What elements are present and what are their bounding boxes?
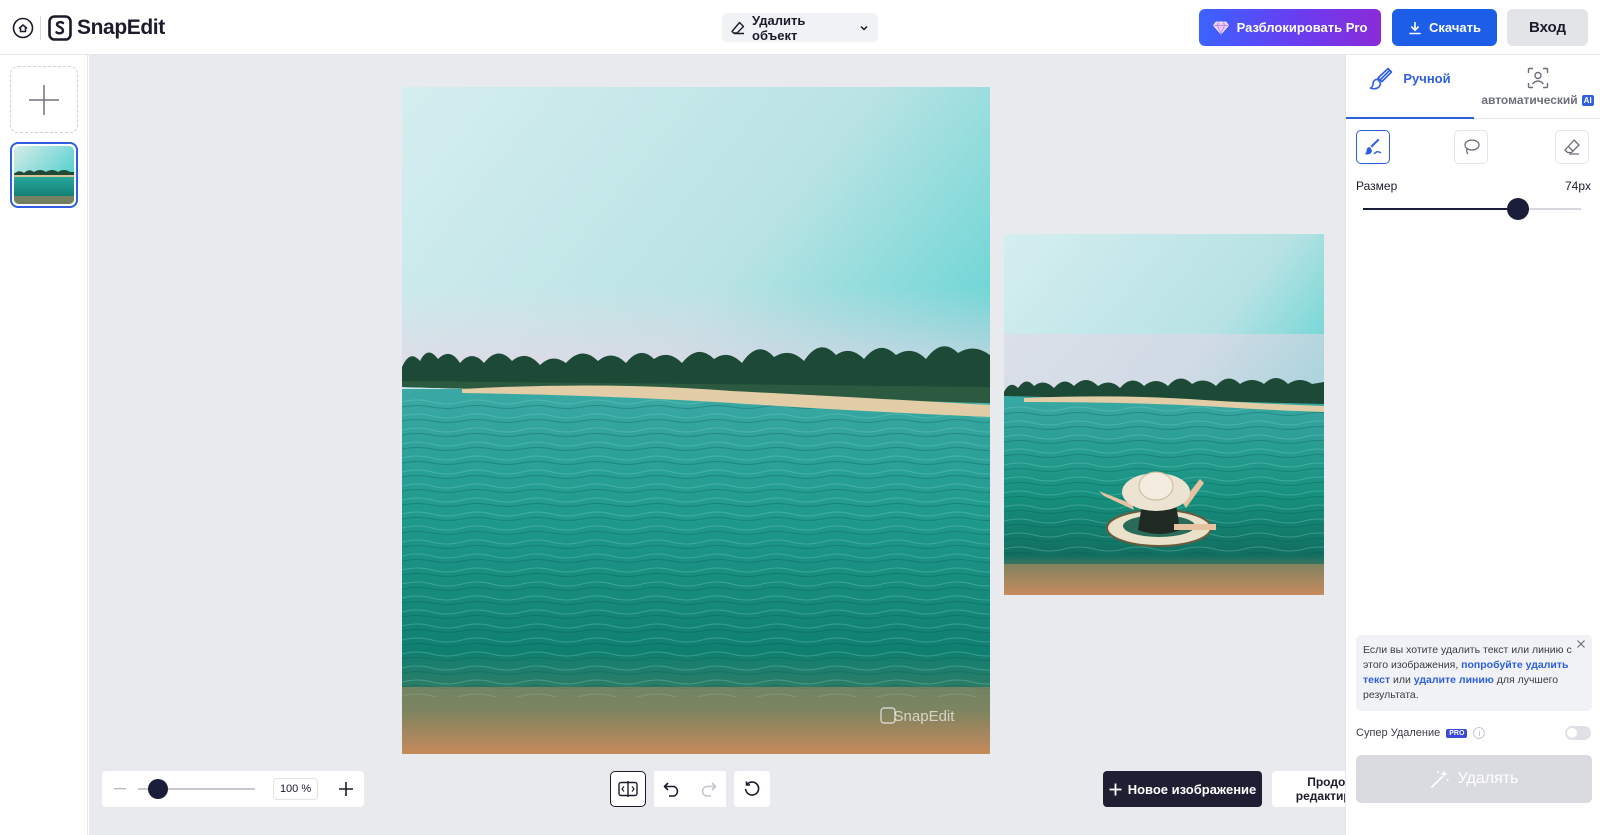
plus-icon bbox=[1109, 783, 1122, 795]
remove-line-link[interactable]: удалите линию bbox=[1414, 674, 1494, 686]
history-controls bbox=[610, 771, 792, 807]
reset-button[interactable] bbox=[734, 771, 770, 807]
brush-size-fill bbox=[1363, 208, 1518, 210]
ai-scan-icon bbox=[1527, 67, 1548, 89]
zoom-panel: 100 % bbox=[102, 771, 364, 807]
download-button[interactable]: Скачать bbox=[1392, 9, 1497, 46]
reset-icon bbox=[744, 781, 760, 796]
eraser-icon bbox=[731, 21, 745, 34]
chevron-down-icon bbox=[860, 25, 868, 31]
plus-icon bbox=[29, 84, 59, 115]
super-remove-row: Супер Удаление PRO i bbox=[1356, 725, 1591, 741]
super-remove-label: Супер Удаление bbox=[1356, 727, 1441, 739]
new-image-label: Новое изображение bbox=[1127, 781, 1257, 797]
compare-icon bbox=[618, 781, 638, 797]
pro-badge: PRO bbox=[1446, 728, 1468, 738]
redo-icon bbox=[701, 782, 717, 797]
magic-wand-icon bbox=[1430, 770, 1449, 788]
new-image-button[interactable]: Новое изображение bbox=[1103, 771, 1262, 807]
lasso-mode-button[interactable] bbox=[1454, 130, 1488, 164]
original-image bbox=[1004, 234, 1324, 595]
compare-button[interactable] bbox=[610, 771, 646, 807]
editor-canvas[interactable]: SnapEdit 100 % Новое изображение bbox=[89, 55, 1421, 835]
tab-manual-label: Ручной bbox=[1403, 71, 1451, 86]
add-image-button[interactable] bbox=[10, 66, 78, 133]
zoom-value-field[interactable]: 100 % bbox=[272, 778, 319, 800]
download-icon bbox=[1409, 21, 1421, 34]
undo-redo-group bbox=[654, 771, 726, 807]
app-name: SnapEdit bbox=[77, 16, 165, 39]
home-icon[interactable] bbox=[12, 17, 34, 39]
zoom-out-button[interactable] bbox=[110, 778, 130, 800]
mode-tabs: Ручной автоматический AI bbox=[1346, 55, 1600, 119]
unlock-pro-label: Разблокировать Pro bbox=[1236, 20, 1368, 35]
divider bbox=[40, 16, 41, 40]
undo-icon bbox=[663, 782, 679, 797]
thumbnail-preview bbox=[14, 146, 74, 204]
image-thumbnail[interactable] bbox=[10, 142, 78, 208]
lasso-icon bbox=[1464, 139, 1480, 155]
snapedit-logo-icon bbox=[48, 15, 72, 41]
brush-size-slider[interactable] bbox=[1363, 198, 1581, 220]
brush-mode-group bbox=[1356, 130, 1591, 164]
tip-text-2: или bbox=[1393, 674, 1411, 686]
info-icon[interactable]: i bbox=[1473, 727, 1486, 739]
brush-size-label: Размер bbox=[1356, 179, 1398, 193]
tab-automatic-label: автоматический AI bbox=[1481, 93, 1594, 107]
brush-size-value: 74px bbox=[1564, 179, 1591, 193]
tool-panel: Ручной автоматический AI Размер 74px Если… bbox=[1345, 55, 1600, 835]
app-logo[interactable]: SnapEdit bbox=[48, 14, 165, 42]
zoom-in-button[interactable] bbox=[336, 778, 356, 800]
image-list-sidebar bbox=[0, 55, 88, 835]
eraser-mode-button[interactable] bbox=[1555, 130, 1589, 164]
tool-select-label: Удалить объект bbox=[752, 12, 806, 43]
tool-select-dropdown[interactable]: Удалить объект bbox=[722, 12, 878, 43]
tip-box: Если вы хотите удалить текст или линию с… bbox=[1356, 635, 1592, 711]
remove-button-label: Удалять bbox=[1457, 770, 1519, 787]
eraser-icon bbox=[1564, 139, 1580, 155]
diamond-icon bbox=[1212, 21, 1229, 35]
brush-icon bbox=[1364, 138, 1382, 155]
tab-automatic-text: автоматический bbox=[1481, 93, 1578, 107]
top-bar: SnapEdit Удалить объект Разблокировать P… bbox=[0, 0, 1600, 55]
remove-button[interactable]: Удалять bbox=[1356, 755, 1592, 803]
ai-badge: AI bbox=[1581, 95, 1594, 107]
tab-automatic[interactable]: автоматический AI bbox=[1474, 55, 1600, 119]
plus-icon bbox=[339, 782, 354, 796]
download-label: Скачать bbox=[1429, 20, 1481, 35]
brush-icon bbox=[1370, 67, 1393, 90]
brush-size-knob[interactable] bbox=[1506, 198, 1529, 220]
toggle-knob bbox=[1567, 728, 1577, 738]
redo-button[interactable] bbox=[690, 771, 726, 807]
undo-button[interactable] bbox=[654, 771, 690, 807]
login-button[interactable]: Вход bbox=[1507, 9, 1588, 46]
tab-manual[interactable]: Ручной bbox=[1346, 55, 1474, 119]
watermark: SnapEdit bbox=[894, 708, 956, 725]
zoom-slider[interactable] bbox=[137, 779, 255, 799]
zoom-slider-knob[interactable] bbox=[147, 779, 168, 799]
unlock-pro-button[interactable]: Разблокировать Pro bbox=[1199, 9, 1381, 46]
close-icon[interactable] bbox=[1574, 637, 1588, 651]
super-remove-toggle[interactable] bbox=[1565, 726, 1591, 740]
brush-size-row: Размер 74px bbox=[1356, 179, 1591, 193]
edited-image[interactable]: SnapEdit bbox=[402, 87, 990, 754]
brush-mode-button[interactable] bbox=[1356, 130, 1390, 164]
